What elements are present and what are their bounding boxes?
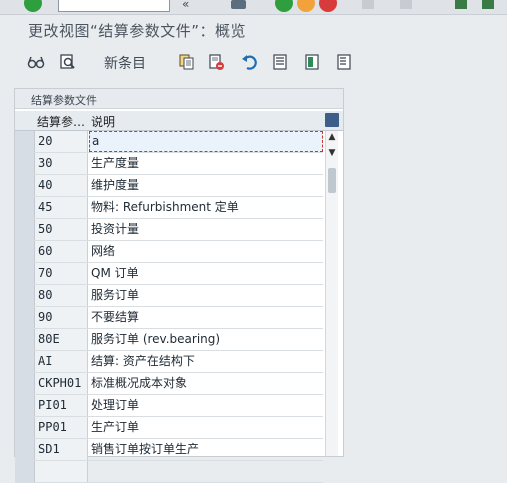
row-selector[interactable] (15, 395, 35, 416)
row-description-input[interactable]: 生产订单 (89, 417, 323, 438)
delete-icon[interactable] (208, 53, 226, 71)
find-icon[interactable] (59, 53, 77, 71)
row-description-input[interactable]: a (89, 131, 323, 152)
column-header-description[interactable]: 说明 (91, 113, 115, 130)
table-row[interactable] (15, 461, 323, 483)
row-key: 90 (35, 307, 88, 328)
vertical-scrollbar[interactable]: ▲ ▼ (325, 131, 338, 456)
scroll-up-icon[interactable]: ▲ (326, 131, 338, 143)
exit-icon[interactable] (297, 0, 315, 12)
settlement-profile-table-panel: 结算参数文件 结算参… 说明 20 a 30 生产度量 40 维护度量 45 物… (14, 88, 344, 483)
row-key: 20 (35, 131, 88, 152)
select-all-icon[interactable] (272, 53, 290, 71)
page-title: 更改视图“结算参数文件”：概览 (28, 22, 247, 40)
row-description-input[interactable]: 服务订单 (89, 285, 323, 306)
row-selector[interactable] (15, 285, 35, 306)
row-description-input[interactable]: 网络 (89, 241, 323, 262)
deselect-all-icon[interactable] (336, 53, 354, 71)
table-row[interactable]: 50 投资计量 (15, 219, 323, 241)
row-selector[interactable] (15, 351, 35, 372)
row-key: 80E (35, 329, 88, 350)
row-selector[interactable] (15, 461, 35, 482)
row-selector[interactable] (15, 219, 35, 240)
table-row[interactable]: PI01 处理订单 (15, 395, 323, 417)
row-selector[interactable] (15, 263, 35, 284)
row-description-input[interactable]: 维护度量 (89, 175, 323, 196)
row-selector[interactable] (15, 329, 35, 350)
row-description-input[interactable] (89, 461, 323, 482)
row-key: 40 (35, 175, 88, 196)
table-row[interactable]: 30 生产度量 (15, 153, 323, 175)
row-description-input[interactable]: 结算: 资产在结构下 (89, 351, 323, 372)
column-header-key[interactable]: 结算参… (37, 113, 85, 130)
row-description-input[interactable]: 生产度量 (89, 153, 323, 174)
row-description-input[interactable]: 标准概况成本对象 (89, 373, 323, 394)
table-row[interactable]: SD1 销售订单按订单生产 (15, 439, 323, 461)
table-row[interactable]: 60 网络 (15, 241, 323, 263)
row-key: 70 (35, 263, 88, 284)
row-key: 80 (35, 285, 88, 306)
application-toolbar: 新条目 (0, 44, 507, 78)
row-selector[interactable] (15, 153, 35, 174)
row-description-input[interactable]: 投资计量 (89, 219, 323, 240)
row-description-input[interactable]: 处理订单 (89, 395, 323, 416)
table-row[interactable]: AI 结算: 资产在结构下 (15, 351, 323, 373)
row-key: 30 (35, 153, 88, 174)
glasses-icon[interactable] (27, 53, 45, 71)
table-row[interactable]: 70 QM 订单 (15, 263, 323, 285)
row-description-input[interactable]: 销售订单按订单生产 (89, 439, 323, 460)
back-icon[interactable] (275, 0, 293, 12)
copy-icon[interactable] (178, 53, 196, 71)
table-row[interactable]: 20 a (15, 131, 323, 153)
row-selector[interactable] (15, 175, 35, 196)
row-key: SD1 (35, 439, 88, 460)
row-selector[interactable] (15, 417, 35, 438)
row-key: PP01 (35, 417, 88, 438)
first-page-icon[interactable] (455, 0, 467, 9)
row-key: AI (35, 351, 88, 372)
cancel-icon[interactable] (319, 0, 337, 12)
table-settings-icon[interactable] (325, 113, 339, 127)
print-icon[interactable] (362, 0, 374, 9)
row-key (35, 461, 88, 482)
table-row[interactable]: 45 物料: Refurbishment 定单 (15, 197, 323, 219)
row-selector[interactable] (15, 241, 35, 262)
find-toolbar-icon[interactable] (400, 0, 412, 9)
system-toolbar: « (0, 0, 507, 15)
new-entries-button[interactable]: 新条目 (104, 53, 146, 73)
enter-icon[interactable] (24, 0, 42, 12)
panel-title: 结算参数文件 (31, 94, 97, 107)
row-key: CKPH01 (35, 373, 88, 394)
row-key: 45 (35, 197, 88, 218)
scroll-down-icon[interactable]: ▼ (326, 147, 338, 159)
row-selector[interactable] (15, 373, 35, 394)
table-row[interactable]: 80E 服务订单 (rev.bearing) (15, 329, 323, 351)
table-row[interactable]: 40 维护度量 (15, 175, 323, 197)
scrollbar-thumb[interactable] (328, 168, 336, 193)
row-selector[interactable] (15, 439, 35, 460)
table-row[interactable]: CKPH01 标准概况成本对象 (15, 373, 323, 395)
table-row[interactable]: 80 服务订单 (15, 285, 323, 307)
previous-page-icon[interactable] (482, 0, 494, 9)
double-chevron-left-icon[interactable]: « (182, 0, 189, 11)
row-selector[interactable] (15, 197, 35, 218)
table-body: 20 a 30 生产度量 40 维护度量 45 物料: Refurbishmen… (15, 131, 323, 483)
table-row[interactable]: PP01 生产订单 (15, 417, 323, 439)
row-description-input[interactable]: 物料: Refurbishment 定单 (89, 197, 323, 218)
row-selector[interactable] (15, 307, 35, 328)
undo-icon[interactable] (241, 53, 259, 71)
row-selector[interactable] (15, 131, 35, 152)
row-key: PI01 (35, 395, 88, 416)
row-description-input[interactable]: 服务订单 (rev.bearing) (89, 329, 323, 350)
row-description-input[interactable]: 不要结算 (89, 307, 323, 328)
row-description-input[interactable]: QM 订单 (89, 263, 323, 284)
column-header-row: 结算参… 说明 (15, 111, 343, 131)
save-icon[interactable] (231, 0, 246, 9)
select-block-icon[interactable] (304, 53, 322, 71)
command-field[interactable] (58, 0, 170, 12)
table-row[interactable]: 90 不要结算 (15, 307, 323, 329)
panel-header: 结算参数文件 (15, 89, 343, 109)
row-key: 60 (35, 241, 88, 262)
row-key: 50 (35, 219, 88, 240)
